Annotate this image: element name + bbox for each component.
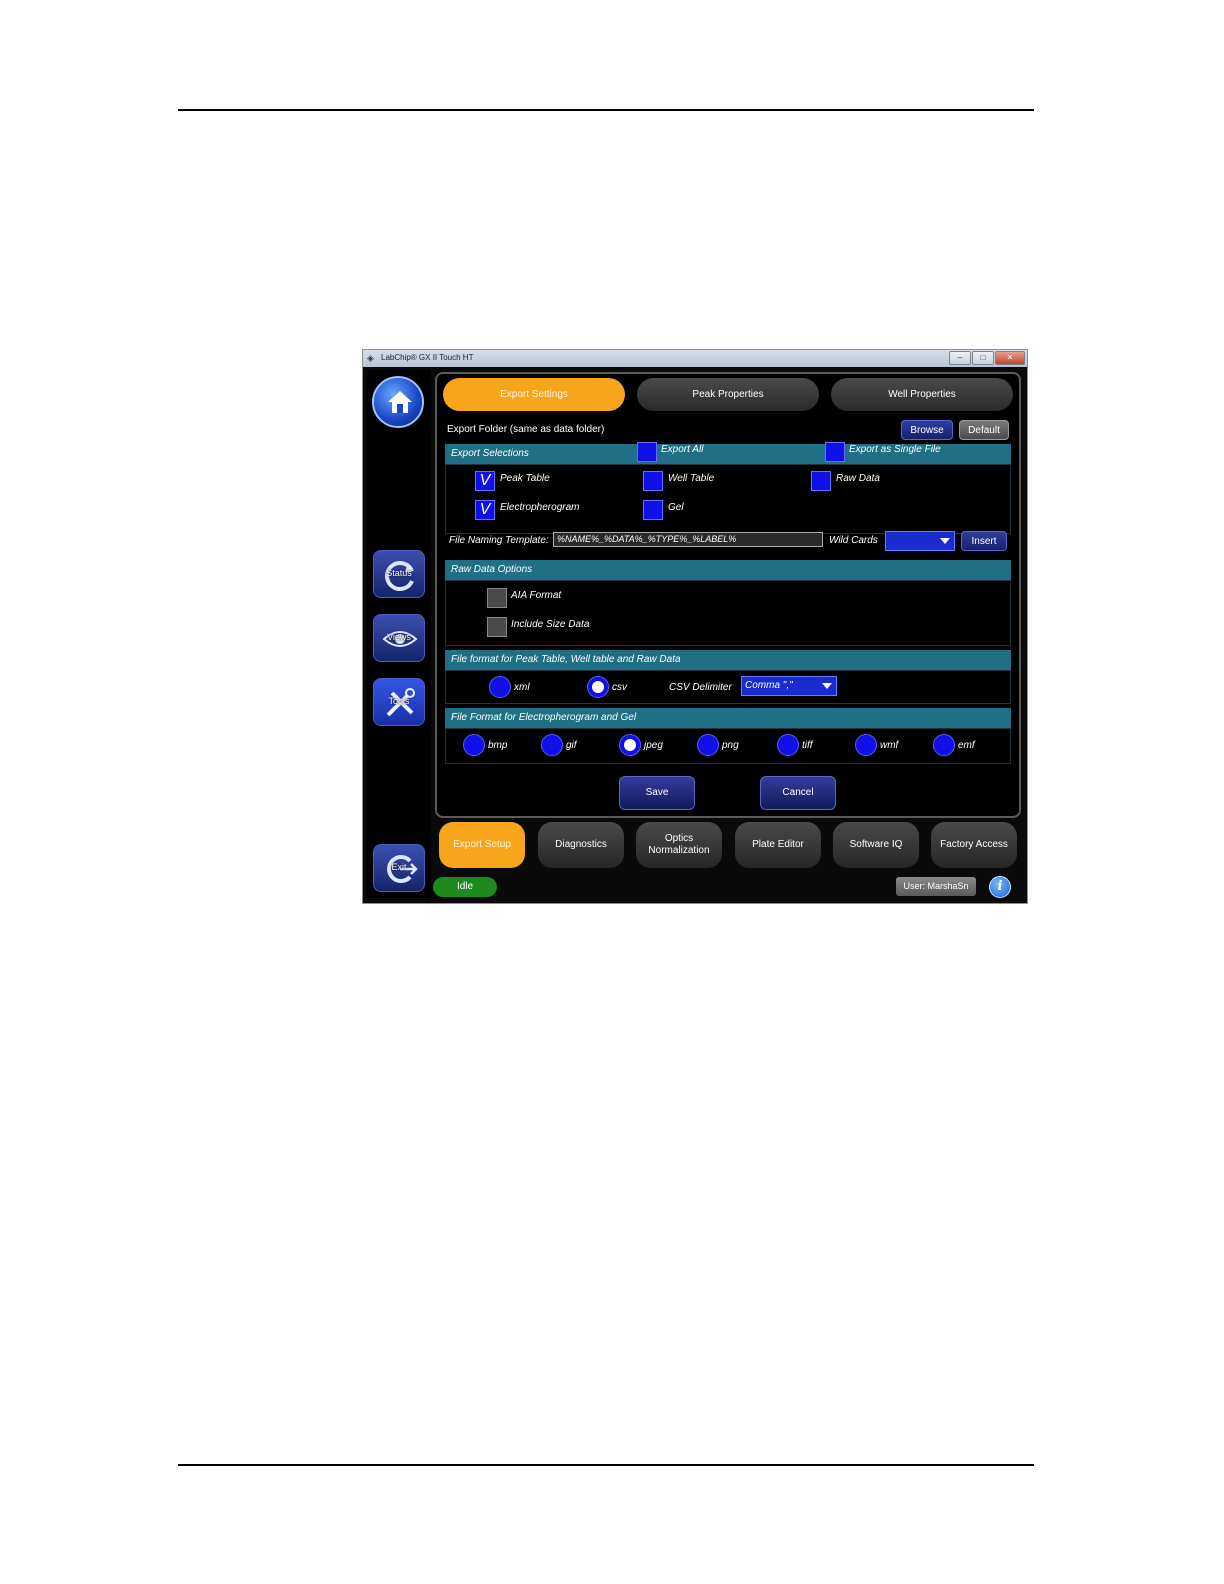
peak-table-label: Peak Table [500, 473, 550, 484]
table-format-title: File format for Peak Table, Well table a… [451, 654, 681, 665]
emf-label: emf [958, 740, 975, 751]
nav-software-iq[interactable]: Software IQ [833, 822, 919, 868]
window-title: LabChip® GX II Touch HT [381, 353, 474, 362]
footer-rule [178, 1464, 1034, 1466]
csv-delimiter-label: CSV Delimiter [669, 682, 732, 693]
browse-button[interactable]: Browse [901, 420, 953, 440]
raw-data-label: Raw Data [836, 473, 880, 484]
status-label: Status [386, 568, 412, 578]
user-badge[interactable]: User: MarshaSn [896, 877, 976, 896]
exit-label: Exit [391, 862, 407, 872]
emf-radio[interactable] [933, 734, 955, 756]
export-selections-title: Export Selections [451, 448, 529, 459]
file-naming-template-label: File Naming Template: [449, 535, 549, 546]
peak-table-checkbox[interactable]: V [475, 471, 495, 491]
file-naming-template-input[interactable]: %NAME%_%DATA%_%TYPE%_%LABEL% [553, 532, 823, 547]
bmp-radio[interactable] [463, 734, 485, 756]
cancel-button[interactable]: Cancel [760, 776, 836, 810]
gif-radio[interactable] [541, 734, 563, 756]
nav-diagnostics[interactable]: Diagnostics [538, 822, 624, 868]
include-size-data-label: Include Size Data [511, 619, 590, 630]
status-badge: Idle [433, 877, 497, 897]
xml-radio[interactable] [489, 676, 511, 698]
chevron-down-icon [940, 538, 950, 544]
nav-plate-editor[interactable]: Plate Editor [735, 822, 821, 868]
tiff-label: tiff [802, 740, 813, 751]
png-label: png [722, 740, 739, 751]
gel-label: Gel [668, 502, 684, 513]
chevron-down-icon [822, 683, 832, 689]
export-single-file-checkbox[interactable] [825, 442, 845, 462]
nav-optics-normalization[interactable]: Optics Normalization [636, 822, 722, 868]
electropherogram-label: Electropherogram [500, 502, 580, 513]
exit-button[interactable]: Exit [373, 844, 425, 892]
insert-button[interactable]: Insert [961, 531, 1007, 551]
raw-data-options-title: Raw Data Options [451, 564, 533, 575]
nav-factory-access[interactable]: Factory Access [931, 822, 1017, 868]
home-icon [388, 391, 412, 413]
csv-delimiter-dropdown[interactable]: Comma "," [741, 676, 837, 696]
wmf-radio[interactable] [855, 734, 877, 756]
export-all-label: Export All [661, 444, 704, 455]
home-button[interactable] [372, 376, 424, 428]
csv-delimiter-value: Comma "," [745, 680, 793, 691]
gel-checkbox[interactable] [643, 500, 663, 520]
header-rule [178, 109, 1034, 111]
image-format-title: File Format for Electropherogram and Gel [451, 712, 637, 723]
xml-label: xml [514, 682, 530, 693]
export-settings-panel: Export Settings Peak Properties Well Pro… [435, 372, 1021, 818]
include-size-data-checkbox[interactable] [487, 617, 507, 637]
export-all-checkbox[interactable] [637, 442, 657, 462]
wild-cards-label: Wild Cards [829, 535, 878, 546]
views-label: Views [387, 632, 411, 642]
raw-data-checkbox[interactable] [811, 471, 831, 491]
minimize-button[interactable]: – [949, 351, 971, 365]
wmf-label: wmf [880, 740, 899, 751]
nav-optics-normalization-label: Optics Normalization [648, 833, 710, 856]
tab-export-settings[interactable]: Export Settings [443, 378, 625, 411]
well-table-label: Well Table [668, 473, 715, 484]
wild-cards-dropdown[interactable] [885, 531, 955, 551]
jpeg-radio[interactable] [619, 734, 641, 756]
maximize-button[interactable]: □ [972, 351, 994, 365]
bmp-label: bmp [488, 740, 508, 751]
tools-label: Tools [388, 696, 410, 706]
tools-button[interactable]: Tools [373, 678, 425, 726]
electropherogram-checkbox[interactable]: V [475, 500, 495, 520]
raw-data-options-header: Raw Data Options [445, 560, 1011, 580]
tab-well-properties[interactable]: Well Properties [831, 378, 1013, 411]
save-button[interactable]: Save [619, 776, 695, 810]
image-format-header: File Format for Electropherogram and Gel [445, 708, 1011, 728]
gif-label: gif [566, 740, 577, 751]
well-table-checkbox[interactable] [643, 471, 663, 491]
app-icon: ◈ [367, 353, 374, 363]
aia-format-label: AIA Format [511, 590, 562, 601]
status-button[interactable]: Status [373, 550, 425, 598]
default-button[interactable]: Default [959, 420, 1009, 440]
csv-label: csv [612, 682, 627, 693]
close-button[interactable]: ✕ [995, 351, 1025, 365]
tiff-radio[interactable] [777, 734, 799, 756]
table-format-header: File format for Peak Table, Well table a… [445, 650, 1011, 670]
jpeg-label: jpeg [644, 740, 663, 751]
views-button[interactable]: Views [373, 614, 425, 662]
side-dock: Status Views Tools Exit [367, 370, 431, 900]
csv-radio[interactable] [587, 676, 609, 698]
title-bar[interactable]: ◈ LabChip® GX II Touch HT – □ ✕ [363, 350, 1027, 367]
info-icon[interactable]: i [989, 876, 1011, 898]
export-single-file-label: Export as Single File [849, 444, 941, 455]
aia-format-checkbox[interactable] [487, 588, 507, 608]
tab-peak-properties[interactable]: Peak Properties [637, 378, 819, 411]
export-folder-label: Export Folder (same as data folder) [447, 424, 605, 435]
png-radio[interactable] [697, 734, 719, 756]
nav-export-setup[interactable]: Export Setup [439, 822, 525, 868]
app-window: ◈ LabChip® GX II Touch HT – □ ✕ Status V… [362, 349, 1028, 904]
